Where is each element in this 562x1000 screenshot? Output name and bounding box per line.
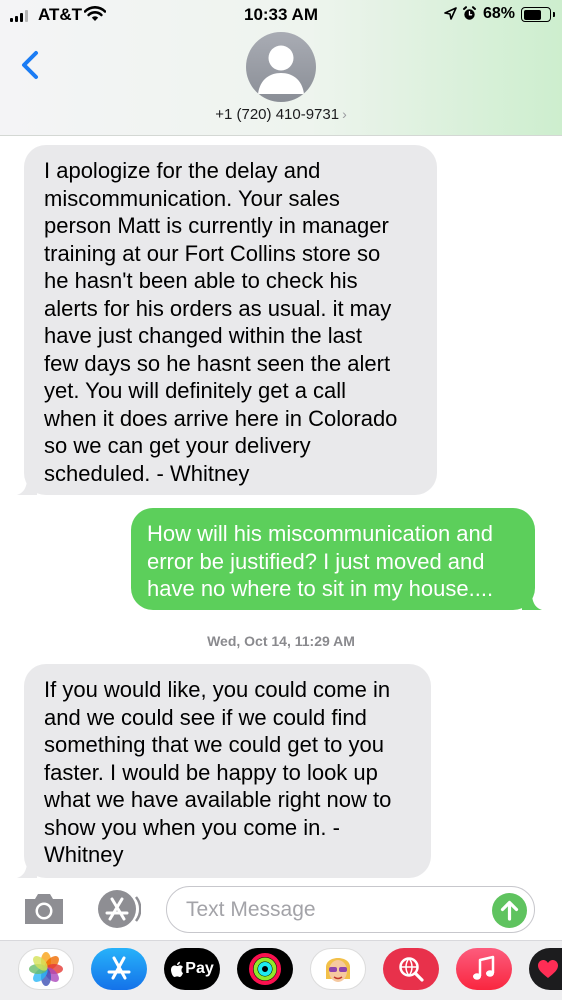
- apple-logo-icon: [171, 961, 184, 977]
- camera-button[interactable]: [22, 890, 66, 928]
- message-text: I apologize for the delay and miscommuni…: [44, 158, 398, 486]
- activity-app-button[interactable]: [237, 948, 293, 990]
- send-button[interactable]: [492, 893, 527, 928]
- battery-percent: 68%: [483, 5, 516, 22]
- status-time: 10:33 AM: [243, 5, 318, 24]
- apple-pay-label: Pay: [185, 960, 214, 977]
- chevron-right-icon: ›: [342, 106, 347, 122]
- camera-icon: [25, 894, 63, 924]
- music-note-icon: [473, 955, 495, 980]
- contact-info-button[interactable]: +1 (720) 410-9731 ›: [0, 106, 562, 123]
- arrow-up-icon: [500, 900, 519, 921]
- person-silhouette-icon: [258, 45, 304, 94]
- globe-search-icon: [399, 957, 424, 982]
- message-bubble-received[interactable]: If you would like, you could come in and…: [17, 664, 431, 878]
- imessage-app-drawer: Pay: [0, 940, 562, 1000]
- message-bubble-sent[interactable]: How will his miscommunication and error …: [131, 508, 542, 610]
- app-store-button[interactable]: [95, 889, 142, 929]
- message-input[interactable]: Text Message: [166, 886, 535, 933]
- digital-touch-app-button[interactable]: [529, 948, 562, 990]
- bubble-tail: [17, 864, 37, 878]
- apple-pay-app-button[interactable]: Pay: [164, 948, 220, 990]
- memoji-face-icon: [326, 958, 350, 982]
- contact-avatar[interactable]: [246, 32, 316, 102]
- chevron-left-icon: [22, 51, 38, 79]
- photos-app-button[interactable]: [18, 948, 74, 990]
- status-bar: AT&T 10:33 AM 68%: [0, 0, 562, 30]
- memoji-app-button[interactable]: [310, 948, 366, 990]
- activity-rings-icon: [249, 953, 281, 985]
- message-bubble-received[interactable]: I apologize for the delay and miscommuni…: [17, 145, 437, 495]
- bubble-tail: [522, 596, 542, 610]
- alarm-clock-icon: [463, 6, 476, 20]
- message-text: If you would like, you could come in and…: [44, 677, 392, 867]
- battery-fill: [523, 9, 541, 20]
- contact-number: +1 (720) 410-9731: [215, 106, 340, 123]
- app-store-app-button[interactable]: [91, 948, 147, 990]
- bubble-tail: [17, 481, 37, 495]
- web-search-app-button[interactable]: [383, 948, 439, 990]
- message-timestamp: Wed, Oct 14, 11:29 AM: [207, 633, 355, 649]
- heart-icon: [538, 960, 558, 978]
- location-arrow-icon: [444, 7, 457, 20]
- battery-icon: [521, 7, 555, 22]
- app-store-icon: [107, 956, 131, 980]
- message-input-placeholder: Text Message: [186, 898, 316, 921]
- message-text: How will his miscommunication and error …: [147, 521, 494, 601]
- back-button[interactable]: [18, 44, 46, 88]
- conversation-header: AT&T 10:33 AM 68% +1 (720) 410-9731 ›: [0, 0, 562, 136]
- app-store-icon: [98, 890, 142, 928]
- music-app-button[interactable]: [456, 948, 512, 990]
- photos-pinwheel-icon: [29, 952, 63, 986]
